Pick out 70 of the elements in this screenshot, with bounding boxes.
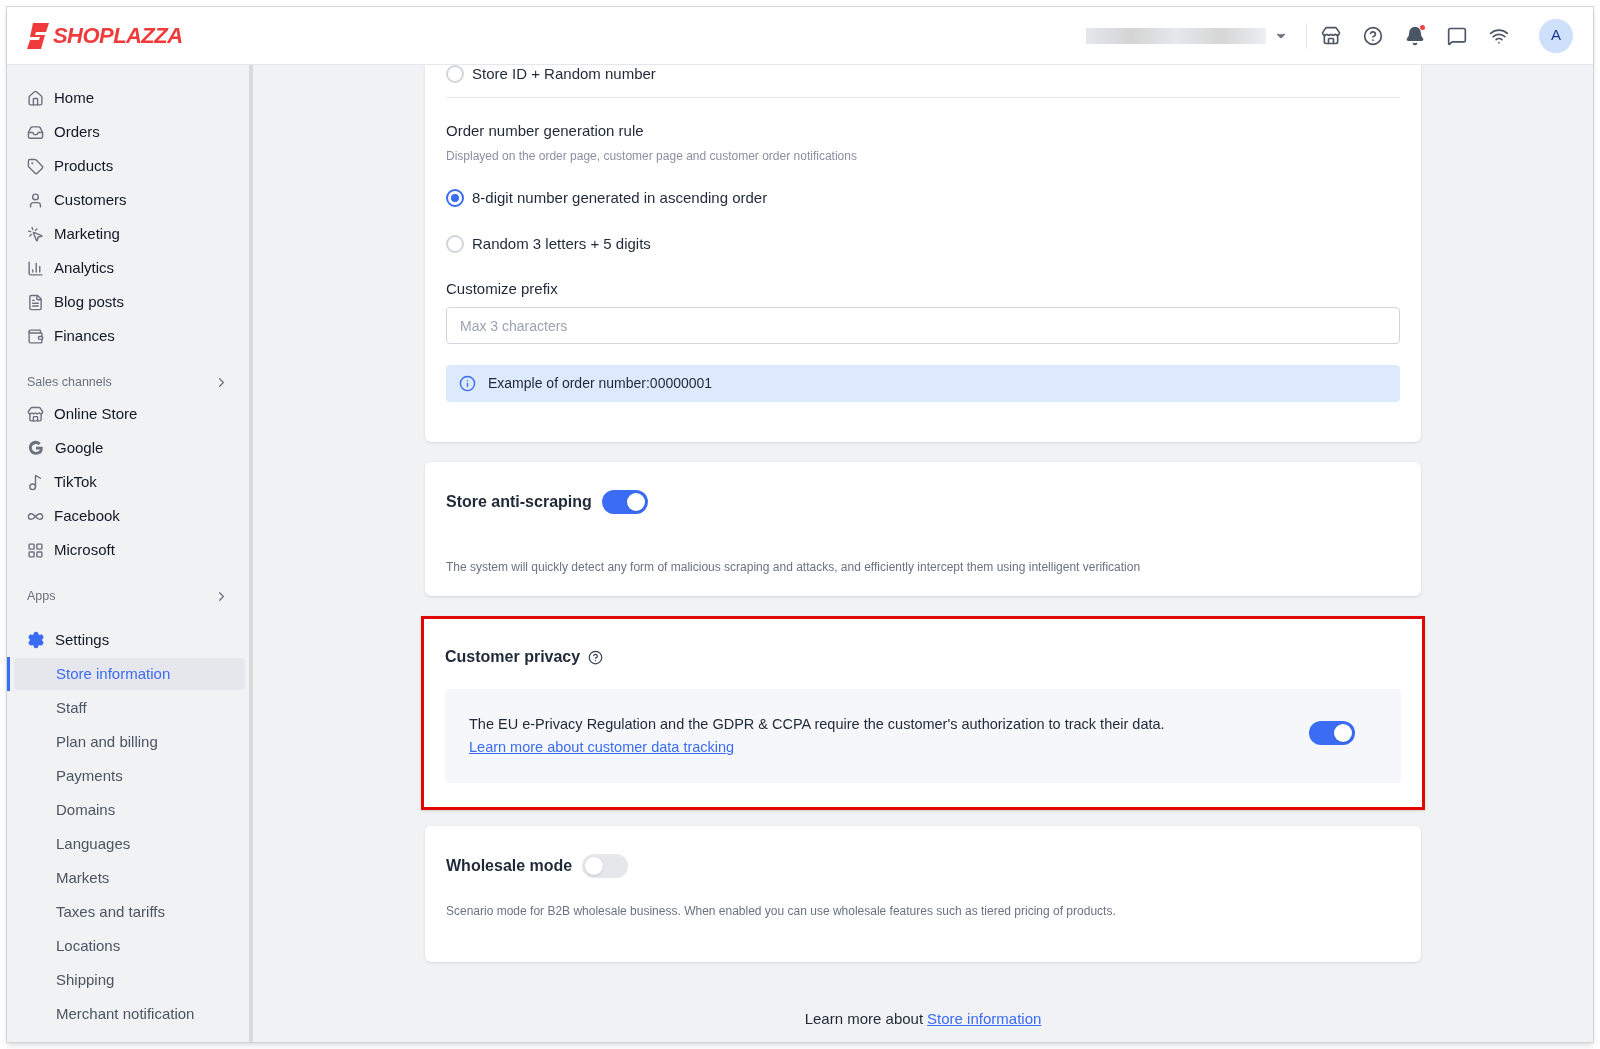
sidebar-item[interactable]: TikTok [7, 465, 249, 499]
tray-icon [27, 123, 44, 141]
learn-more-link[interactable]: Learn more about customer data tracking [469, 739, 735, 755]
tag-icon [27, 157, 44, 175]
radio-label: 8-digit number generated in ascending order [472, 187, 768, 208]
card-description: Scenario mode for B2B wholesale business. When enabled you can use wholesale features such as tiered pricing of products. [446, 903, 1117, 920]
avatar[interactable]: A [1539, 18, 1573, 53]
card-title: Wholesale mode [446, 856, 573, 876]
privacy-text: The EU e-Privacy Regulation and the GDPR & CCPA require the customer's authorization to track their data. Learn more about customer data tracking [469, 715, 1166, 757]
toggle-switch[interactable] [1309, 720, 1355, 745]
settings-subitem[interactable]: Payments [14, 760, 245, 792]
notification-icon[interactable] [1405, 25, 1425, 46]
sidebar-item[interactable]: Online Store [7, 397, 249, 431]
settings-subitem[interactable]: Plan and billing [14, 726, 245, 758]
section-title: Order number generation rule [446, 121, 645, 141]
settings-subitem[interactable]: Taxes and tariffs [14, 896, 245, 928]
sidebar-item[interactable]: Orders [7, 115, 249, 149]
card-title: Store anti-scraping [446, 492, 592, 512]
logo-text: SHOPLAZZA [53, 22, 183, 50]
section-hint: Displayed on the order page, customer page and customer order notifications [446, 147, 858, 165]
grid-icon [27, 541, 44, 559]
sidebar-item[interactable]: Settings [7, 623, 249, 657]
storefront-icon[interactable] [1321, 25, 1341, 46]
footer-text: Learn more about [804, 1009, 924, 1029]
person-icon [27, 191, 44, 209]
g-letter-icon [27, 439, 45, 457]
info-text: Example of order number:00000001 [488, 374, 713, 393]
radio-button[interactable] [446, 188, 464, 207]
radio-label: Random 3 letters + 5 digits [472, 234, 651, 254]
pointer-icon [27, 225, 44, 243]
section-heading: Sales channels [27, 373, 112, 391]
toggle-switch[interactable] [582, 854, 629, 878]
card-title: Customer privacy [445, 647, 581, 667]
document-icon [27, 293, 44, 311]
sidebar-item[interactable]: Customers [7, 183, 249, 217]
settings-subitem[interactable]: Staff [14, 692, 245, 724]
settings-subitem[interactable]: Locations [14, 930, 245, 962]
music-note-icon [27, 473, 44, 491]
help-icon[interactable] [1363, 25, 1383, 46]
gear-icon [27, 631, 45, 649]
chat-icon[interactable] [1447, 25, 1467, 46]
settings-subitem[interactable]: Store information [14, 658, 245, 690]
sidebar-item[interactable]: Marketing [7, 217, 249, 251]
sidebar-item[interactable]: Microsoft [7, 533, 249, 567]
info-icon [459, 375, 476, 392]
home-icon [27, 89, 44, 107]
bar-chart-icon [27, 259, 44, 277]
section-heading: Apps [27, 587, 56, 605]
sidebar-item[interactable]: Finances [7, 319, 249, 353]
settings-subitem[interactable]: Merchant notification [14, 998, 245, 1030]
storefront-icon [27, 405, 44, 423]
help-icon[interactable] [588, 649, 604, 665]
sidebar-item[interactable]: Blog posts [7, 285, 249, 319]
sidebar-item[interactable]: Google [7, 431, 249, 465]
toggle-switch[interactable] [601, 490, 648, 514]
card-description: The system will quickly detect any form of malicious scraping and attacks, and efficiently intercept them using intelligent verification [446, 559, 1142, 576]
sidebar-item[interactable]: Facebook [7, 499, 249, 533]
settings-subitem[interactable]: Shipping [14, 964, 245, 996]
radio-label: Store ID + Random number [472, 65, 656, 84]
prefix-input[interactable]: Max 3 characters [446, 307, 1400, 344]
settings-subitem[interactable]: Languages [14, 828, 245, 860]
wallet-icon [27, 327, 44, 345]
field-label: Customize prefix [446, 278, 559, 299]
logo-icon [27, 22, 49, 49]
sidebar-item[interactable]: Analytics [7, 251, 249, 285]
settings-subitem[interactable]: Domains [14, 794, 245, 826]
settings-subitem[interactable]: Markets [14, 862, 245, 894]
sidebar-item[interactable]: Home [7, 81, 249, 115]
sidebar-item[interactable]: Products [7, 149, 249, 183]
store-information-link[interactable]: Store information [927, 1008, 1042, 1031]
